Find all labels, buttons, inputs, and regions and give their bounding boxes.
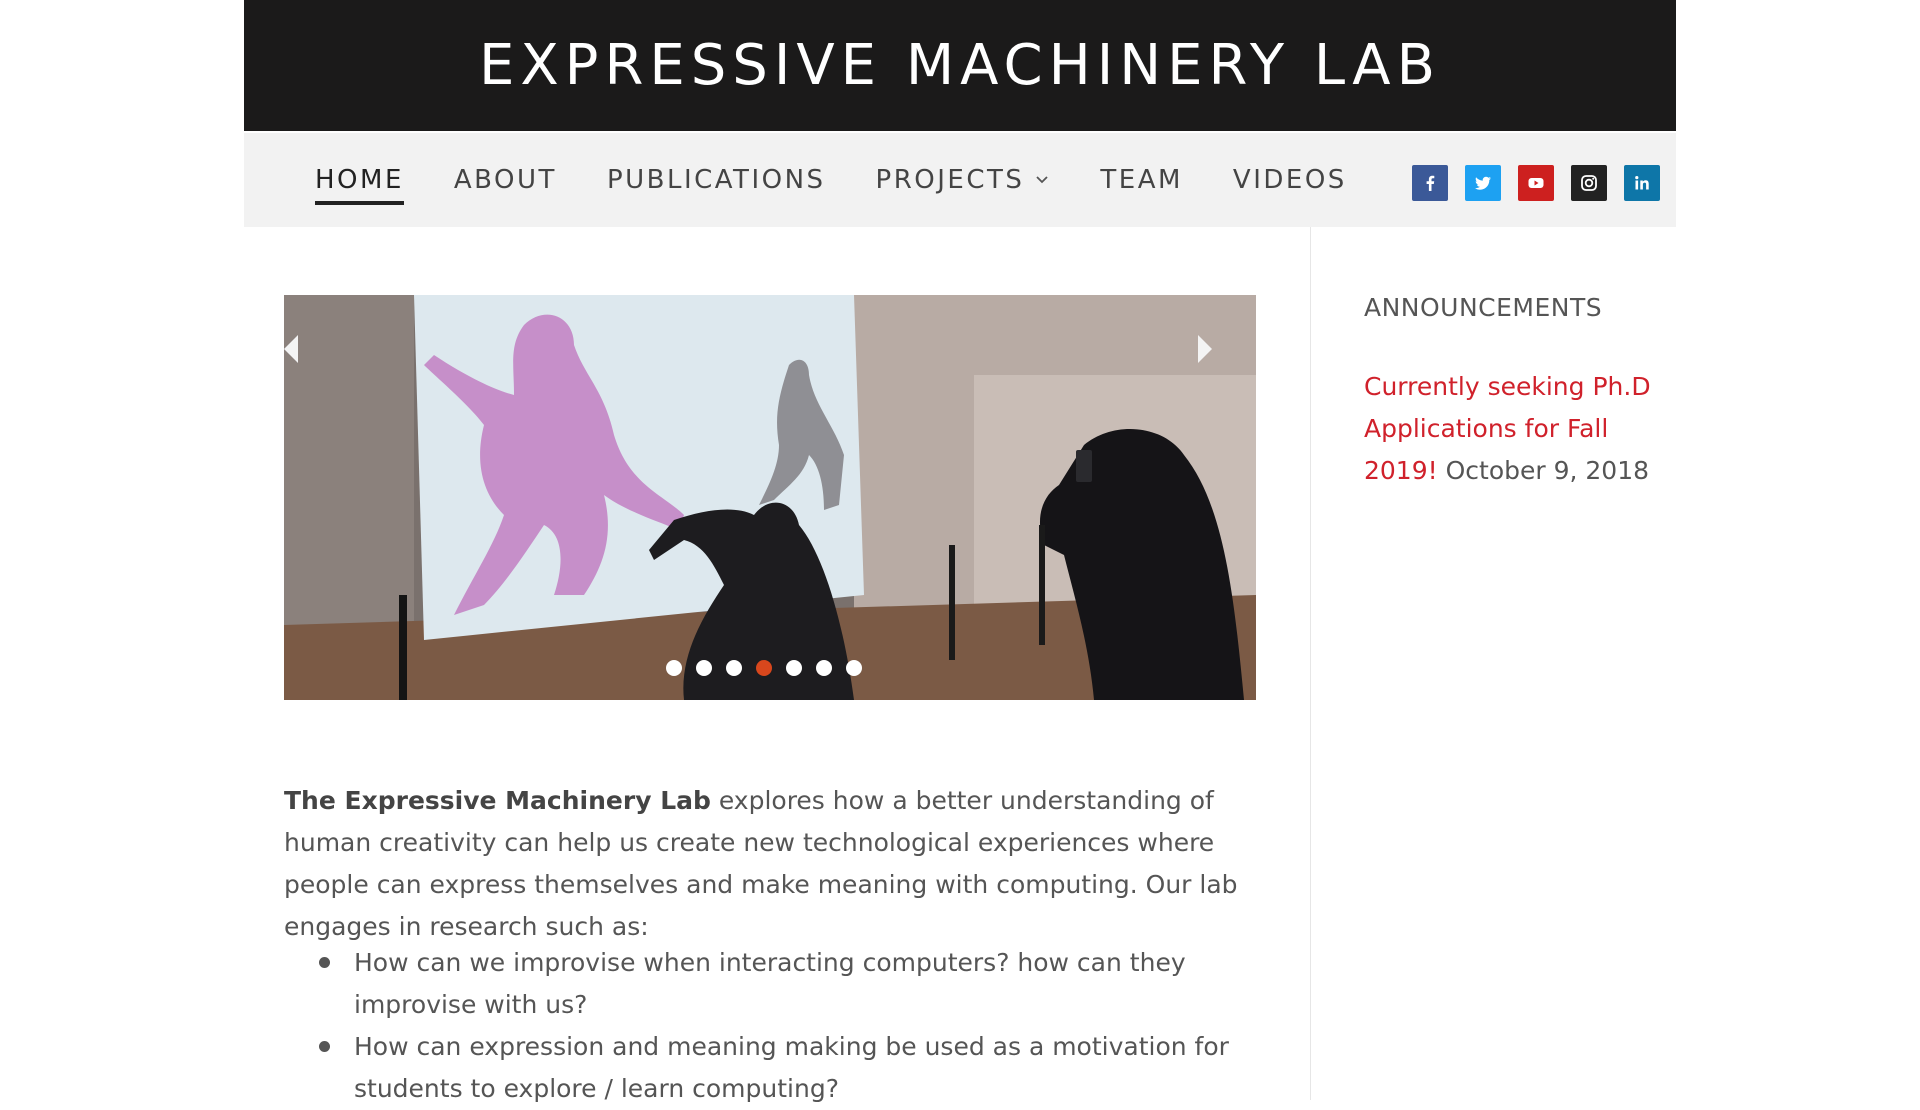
twitter-icon[interactable] (1465, 165, 1501, 201)
intro-lab-name: The Expressive Machinery Lab (284, 786, 711, 815)
chevron-down-icon (1036, 176, 1049, 184)
slider-dot-2[interactable] (696, 660, 712, 676)
intro-paragraph: The Expressive Machinery Lab explores ho… (284, 780, 1256, 948)
slider-dot-4[interactable] (756, 660, 772, 676)
site-header: EXPRESSIVE MACHINERY LAB (244, 0, 1676, 131)
page-container: EXPRESSIVE MACHINERY LAB HOME ABOUT PUBL… (244, 0, 1676, 1103)
main-navigation: HOME ABOUT PUBLICATIONS PROJECTS TEAM VI… (244, 133, 1676, 227)
social-links (1412, 165, 1660, 201)
nav-item-projects-label: PROJECTS (875, 165, 1025, 195)
slider-next-arrow[interactable] (1198, 335, 1212, 363)
youtube-icon[interactable] (1518, 165, 1554, 201)
nav-item-team[interactable]: TEAM (1100, 165, 1183, 195)
nav-item-publications[interactable]: PUBLICATIONS (607, 165, 826, 195)
list-item: How can we improvise when interacting co… (284, 942, 1256, 1026)
slider-dot-5[interactable] (786, 660, 802, 676)
instagram-icon[interactable] (1571, 165, 1607, 201)
sidebar-divider (1310, 227, 1311, 1100)
nav-item-projects[interactable]: PROJECTS (876, 165, 1051, 195)
slider-dot-7[interactable] (846, 660, 862, 676)
announcements-widget: ANNOUNCEMENTS Currently seeking Ph.D App… (1364, 293, 1654, 492)
slider-dot-6[interactable] (816, 660, 832, 676)
slider-dot-3[interactable] (726, 660, 742, 676)
widget-title: ANNOUNCEMENTS (1364, 293, 1603, 322)
slide-image (284, 295, 1256, 700)
slider-prev-arrow[interactable] (284, 335, 298, 363)
linkedin-icon[interactable] (1624, 165, 1660, 201)
slider-dot-1[interactable] (666, 660, 682, 676)
facebook-icon[interactable] (1412, 165, 1448, 201)
announcement-item: Currently seeking Ph.D Applications for … (1364, 366, 1654, 492)
nav-item-videos[interactable]: VIDEOS (1233, 165, 1347, 195)
nav-item-home[interactable]: HOME (315, 165, 404, 205)
slider-pagination (666, 660, 862, 676)
research-questions-list: How can we improvise when interacting co… (284, 942, 1256, 1110)
nav-item-about[interactable]: ABOUT (454, 165, 557, 195)
nav-menu: HOME ABOUT PUBLICATIONS PROJECTS TEAM VI… (315, 133, 1397, 227)
site-title[interactable]: EXPRESSIVE MACHINERY LAB (479, 33, 1441, 98)
list-item: How can expression and meaning making be… (284, 1026, 1256, 1110)
image-slider[interactable] (284, 295, 1256, 700)
announcement-date: October 9, 2018 (1445, 456, 1650, 485)
